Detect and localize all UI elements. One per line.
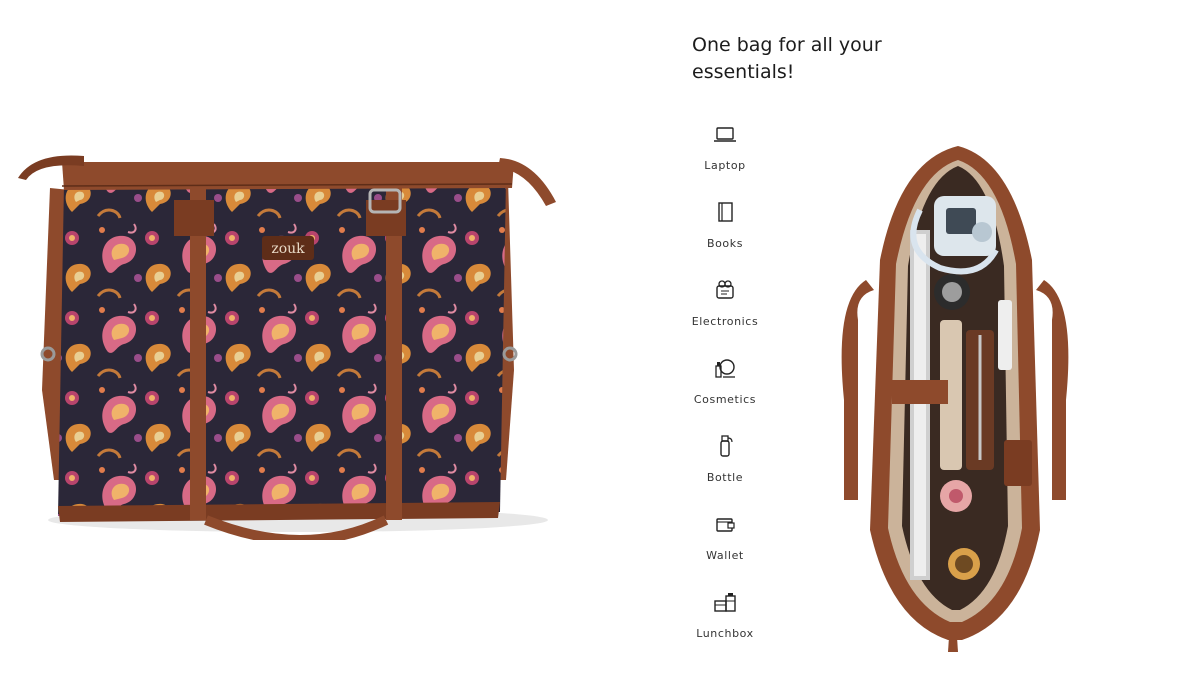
brand-logo: zouk — [271, 241, 305, 257]
wallet-icon — [716, 518, 735, 532]
bag-product-photo: zouk — [18, 155, 556, 540]
cosmetics-icon — [715, 359, 735, 378]
list-item: Cosmetics — [676, 354, 774, 432]
list-item: Books — [676, 198, 774, 276]
feature-label: Books — [706, 237, 744, 250]
laptop-icon — [714, 127, 736, 142]
feature-label: Bottle — [706, 471, 744, 484]
page-headline: One bag for all your essentials! — [692, 34, 882, 83]
list-item: Laptop — [676, 120, 774, 198]
list-item: Wallet — [676, 510, 774, 588]
list-item: Bottle — [676, 432, 774, 510]
bag-interior-photo — [841, 146, 1069, 652]
lunchbox-icon — [714, 593, 736, 612]
book-icon — [718, 202, 733, 222]
feature-label: Electronics — [691, 315, 759, 328]
feature-label: Cosmetics — [693, 393, 757, 406]
feature-label: Wallet — [706, 549, 744, 562]
feature-label: Laptop — [704, 159, 746, 172]
bottle-icon — [720, 435, 733, 457]
list-item: Electronics — [676, 276, 774, 354]
electronics-icon — [716, 280, 734, 299]
essentials-list: Laptop Books Electronics Cosmetics Bottl… — [676, 120, 774, 666]
feature-label: Lunchbox — [696, 627, 754, 640]
list-item: Lunchbox — [676, 588, 774, 666]
